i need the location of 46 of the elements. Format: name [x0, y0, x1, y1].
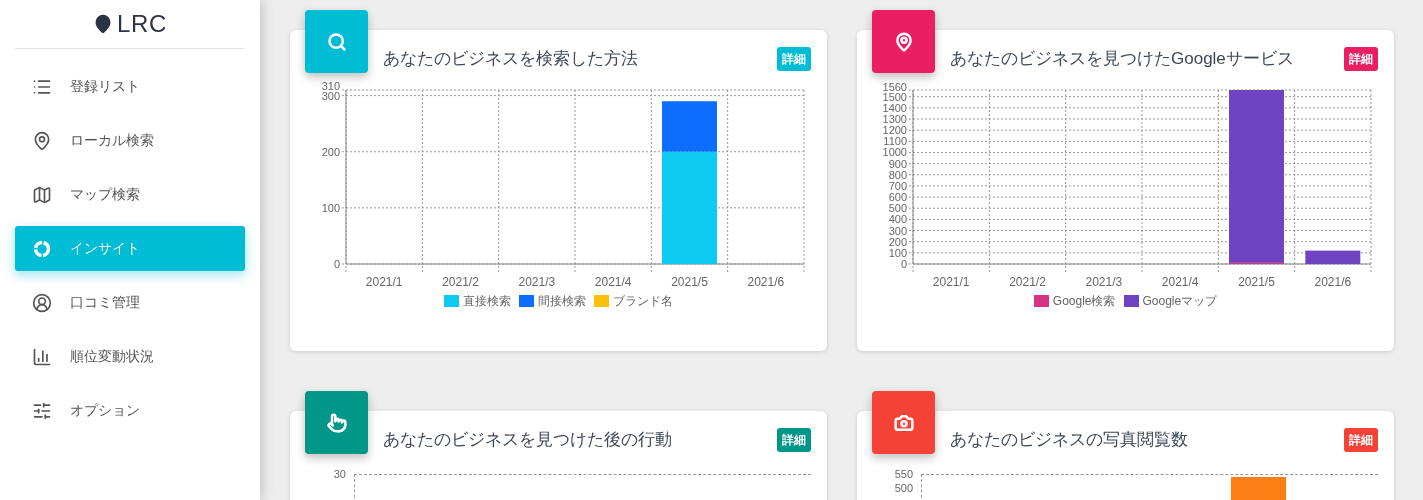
- card-title: あなたのビジネスの写真閲覧数: [950, 429, 1189, 451]
- card-title: あなたのビジネスを見つけた後の行動: [383, 429, 673, 451]
- y-tick-label: 500: [888, 201, 907, 214]
- y-tick-label: 1400: [882, 101, 907, 114]
- y-tick-label: 1100: [883, 134, 907, 147]
- y-tick-label: 200: [321, 145, 340, 158]
- x-tick-label: 2021/4: [1161, 274, 1199, 289]
- x-tick-label: 2021/2: [442, 274, 479, 289]
- x-tick-label: 2021/5: [1238, 274, 1275, 289]
- y-tick-label: 1000: [882, 145, 907, 158]
- y-tick-label: 600: [888, 190, 907, 203]
- y-tick-label: 800: [888, 168, 907, 181]
- y-tick-label: 1560: [882, 80, 907, 93]
- x-tick-label: 2021/1: [932, 274, 970, 289]
- x-tick-label: 2021/4: [594, 274, 632, 289]
- y-tick-label: 300: [321, 89, 340, 102]
- y-tick-label: 1200: [882, 123, 907, 136]
- x-tick-label: 2021/6: [747, 274, 785, 289]
- y-tick-label: 400: [888, 212, 907, 225]
- y-tick-label: 700: [888, 179, 907, 192]
- y-tick-label: 1500: [882, 90, 907, 103]
- legend-label: 間接検索: [538, 292, 586, 310]
- y-tick-label: 300: [888, 224, 907, 237]
- y-tick-label: 0: [900, 257, 907, 270]
- x-tick-label: 2021/1: [365, 274, 403, 289]
- card-title: あなたのビジネスを検索した方法: [383, 48, 639, 70]
- x-tick-label: 2021/3: [518, 274, 556, 289]
- y-tick-label: 30: [333, 466, 346, 481]
- y-tick-label: 1300: [882, 112, 907, 125]
- legend-label: 直接検索: [463, 292, 511, 310]
- card-title: あなたのビジネスを見つけたGoogleサービス: [950, 48, 1295, 70]
- y-tick-label: 0: [333, 257, 340, 270]
- y-tick-label: 100: [321, 201, 340, 214]
- x-tick-label: 2021/3: [1085, 274, 1123, 289]
- legend-label: ブランド名: [613, 292, 673, 310]
- y-tick-label: 500: [894, 480, 913, 495]
- x-tick-label: 2021/6: [1314, 274, 1352, 289]
- y-tick-label: 100: [888, 246, 907, 259]
- y-tick-label: 900: [888, 157, 907, 170]
- legend-label: Google検索: [1052, 292, 1116, 310]
- x-tick-label: 2021/2: [1009, 274, 1046, 289]
- legend-label: Googleマップ: [1142, 292, 1218, 310]
- y-tick-label: 200: [888, 235, 907, 248]
- y-tick-label: 550: [894, 466, 913, 481]
- x-tick-label: 2021/5: [671, 274, 708, 289]
- y-tick-label: 310: [321, 79, 340, 92]
